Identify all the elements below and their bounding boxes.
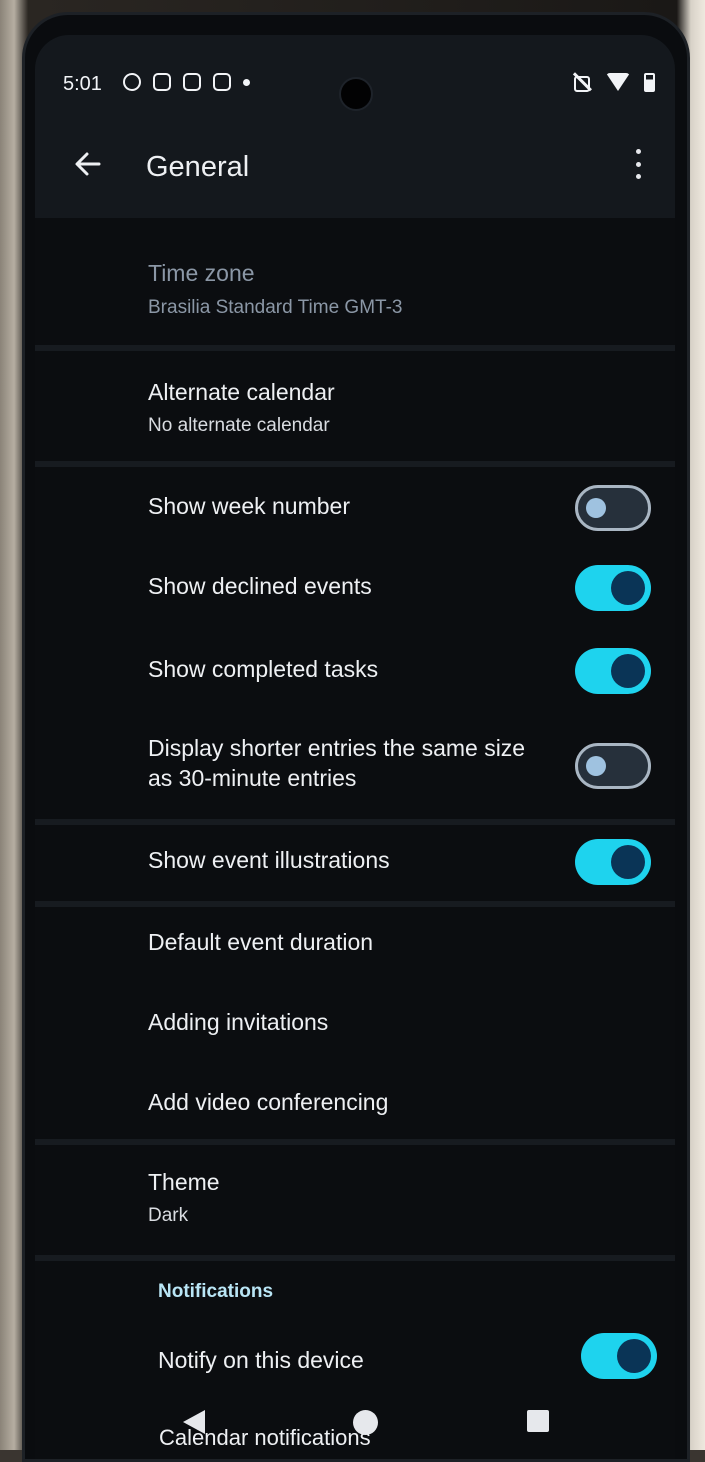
setting-default-event-duration[interactable]: Default event duration [35,907,675,987]
show-event-illustrations-toggle[interactable] [575,839,651,885]
setting-notify-on-this-device[interactable]: Notify on this device [35,1333,675,1405]
setting-title-line2: as 30-minute entries [148,765,357,791]
app-bar: General [35,123,675,218]
app-notification-icon [123,73,141,91]
sim-icon [153,73,171,91]
setting-show-declined-events[interactable]: Show declined events [35,547,675,630]
status-icons-left [123,73,250,91]
setting-title: Display shorter entries the same size [148,735,526,761]
setting-title: Notify on this device [158,1347,364,1373]
mute-icon [572,72,592,92]
divider [35,1255,675,1261]
setting-title: Alternate calendar [148,379,335,405]
setting-subtitle: Dark [148,1205,189,1226]
nav-back-icon[interactable] [183,1410,205,1434]
notify-on-this-device-toggle[interactable] [581,1333,657,1379]
setting-title: Show completed tasks [148,656,379,682]
setting-title: Add video conferencing [148,1089,389,1115]
setting-show-event-illustrations[interactable]: Show event illustrations [35,825,675,905]
nav-recents-icon[interactable] [527,1410,549,1432]
setting-display-shorter-entries[interactable]: Display shorter entries the same size as… [35,713,675,819]
display-shorter-entries-toggle[interactable] [575,743,651,789]
setting-title: Default event duration [148,929,374,955]
setting-title: Show declined events [148,573,372,599]
section-header-notifications: Notifications [158,1281,274,1302]
setting-time-zone: Time zone Brasilia Standard Time GMT-3 [35,230,675,350]
setting-add-video-conferencing[interactable]: Add video conferencing [35,1067,675,1145]
setting-title: Time zone [148,260,255,286]
setting-theme[interactable]: Theme Dark [35,1145,675,1255]
setting-title: Show week number [148,493,350,519]
status-bar: 5:01 [35,35,675,123]
setting-show-completed-tasks[interactable]: Show completed tasks [35,630,675,713]
show-week-number-toggle[interactable] [575,485,651,531]
setting-alternate-calendar[interactable]: Alternate calendar No alternate calendar [35,351,675,461]
page-title: General [146,151,250,183]
wifi-icon [606,73,630,91]
bag-icon [183,73,201,91]
nav-home-icon[interactable] [353,1410,378,1435]
message-icon [213,73,231,91]
setting-title: Adding invitations [148,1009,329,1035]
screen: 5:01 General Time zone Brasilia Standard… [35,35,675,1459]
battery-icon [644,72,655,92]
setting-title: Theme [148,1169,220,1195]
setting-adding-invitations[interactable]: Adding invitations [35,987,675,1067]
setting-subtitle: No alternate calendar [148,415,330,436]
back-arrow-icon[interactable] [73,149,103,179]
show-completed-tasks-toggle[interactable] [575,648,651,694]
phone-frame: 5:01 General Time zone Brasilia Standard… [22,12,690,1462]
setting-subtitle: Brasilia Standard Time GMT-3 [148,297,403,318]
setting-show-week-number[interactable]: Show week number [35,467,675,547]
navigation-bar [35,1397,675,1457]
setting-title: Show event illustrations [148,847,390,873]
more-dot-icon [243,79,250,86]
show-declined-events-toggle[interactable] [575,565,651,611]
more-vertical-icon[interactable] [631,149,645,179]
status-time: 5:01 [63,73,102,95]
camera-cutout [339,77,373,111]
status-icons-right [572,72,655,92]
